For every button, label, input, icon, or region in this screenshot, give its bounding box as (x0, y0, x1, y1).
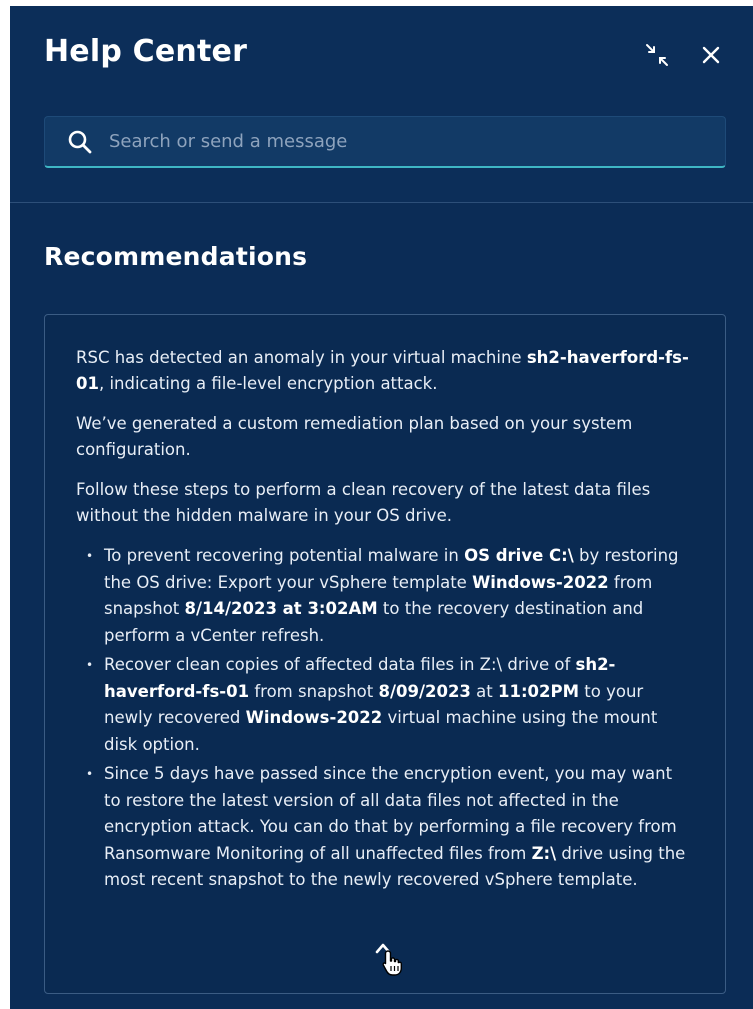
collapse-arrows-icon (646, 44, 668, 66)
search-input[interactable] (107, 116, 725, 167)
step-item: Recover clean copies of affected data fi… (76, 652, 693, 758)
plan-paragraph: We’ve generated a custom remediation pla… (76, 414, 633, 459)
steps-intro-paragraph: Follow these steps to perform a clean re… (76, 480, 651, 525)
panel-title: Help Center (44, 34, 248, 69)
help-center-panel: Help Center Search or send a message Rec… (10, 6, 753, 1009)
step-item: To prevent recovering potential malware … (76, 543, 693, 649)
template-name: Windows-2022 (245, 708, 383, 727)
hand-cursor-icon (381, 949, 403, 981)
recommendations-card: RSC has detected an anomaly in your virt… (44, 314, 726, 994)
snapshot-time: 8/14/2023 at 3:02AM (184, 599, 378, 618)
snapshot-time: 11:02PM (497, 681, 580, 701)
collapse-button[interactable] (640, 38, 674, 72)
search-icon (67, 129, 93, 155)
text-run: from snapshot (249, 681, 379, 701)
text-run: Recover clean copies of affected data fi… (104, 655, 576, 674)
text-run: RSC has detected an anomaly in your virt… (76, 348, 527, 367)
text-run: at (470, 681, 498, 701)
close-icon (702, 46, 720, 64)
close-button[interactable] (694, 38, 728, 72)
recommendation-steps: To prevent recovering potential malware … (76, 543, 693, 894)
os-drive: OS drive C:\ (464, 546, 574, 565)
text-run: To prevent recovering potential malware … (104, 546, 465, 565)
text-run: , indicating a file-level encryption att… (98, 374, 438, 393)
step-item: Since 5 days have passed since the encry… (76, 761, 693, 894)
recommendations-title: Recommendations (44, 242, 308, 271)
panel-header: Help Center (10, 6, 753, 203)
anomaly-paragraph: RSC has detected an anomaly in your virt… (76, 345, 693, 397)
data-drive: Z:\ (531, 843, 557, 863)
snapshot-date: 8/09/2023 (378, 681, 471, 701)
template-name: Windows-2022 (472, 572, 609, 592)
search-box[interactable] (44, 116, 726, 168)
